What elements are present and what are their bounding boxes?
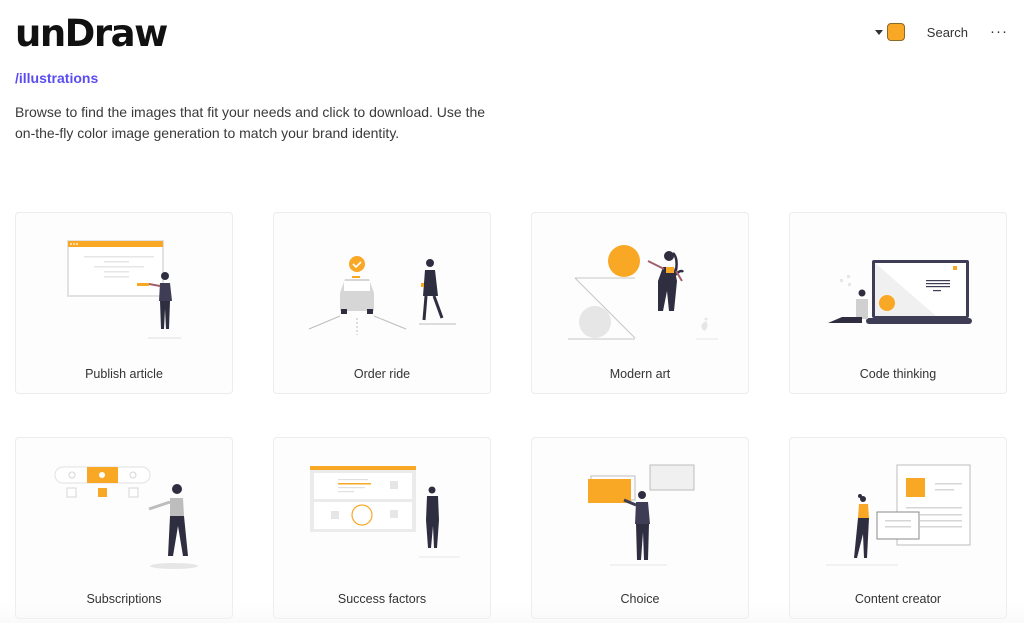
illustration-title: Content creator bbox=[854, 592, 942, 606]
illustration-card-success-factors[interactable]: Success factors bbox=[273, 437, 491, 619]
search-button[interactable]: Search bbox=[927, 25, 968, 40]
illustration-card-code-thinking[interactable]: Code thinking bbox=[789, 212, 1007, 394]
illustration-title: Publish article bbox=[85, 367, 163, 381]
subscriptions-illustration bbox=[54, 466, 198, 569]
illustration-card-subscriptions[interactable]: Subscriptions bbox=[15, 437, 233, 619]
illustration-card-modern-art[interactable]: Modern art bbox=[531, 212, 749, 394]
color-picker-swatch[interactable] bbox=[886, 23, 905, 41]
logo[interactable]: unDraw bbox=[15, 12, 168, 55]
modern-art-illustration bbox=[568, 245, 718, 340]
illustration-title: Code thinking bbox=[859, 367, 937, 381]
page-description: Browse to find the images that fit your … bbox=[15, 104, 486, 141]
more-options-icon[interactable]: ··· bbox=[990, 24, 1008, 39]
publish-article-illustration bbox=[67, 240, 181, 339]
illustration-card-content-creator[interactable]: Content creator bbox=[789, 437, 1007, 619]
caret-down-icon[interactable] bbox=[874, 29, 883, 35]
illustration-card-choice[interactable]: Choice bbox=[531, 437, 749, 619]
illustration-title: Success factors bbox=[337, 592, 427, 606]
content-creator-illustration bbox=[826, 464, 971, 566]
breadcrumb-illustrations[interactable]: /illustrations bbox=[15, 70, 98, 86]
choice-illustration bbox=[588, 464, 695, 566]
code-thinking-illustration bbox=[828, 260, 972, 324]
top-bar: Search ··· bbox=[874, 21, 1008, 43]
illustration-card-publish-article[interactable]: Publish article bbox=[15, 212, 233, 394]
success-factors-illustration bbox=[310, 466, 460, 558]
illustration-card-order-ride[interactable]: Order ride bbox=[273, 212, 491, 394]
illustration-title: Order ride bbox=[353, 367, 411, 381]
illustration-title: Choice bbox=[620, 592, 660, 606]
order-ride-illustration bbox=[308, 256, 456, 335]
illustration-title: Subscriptions bbox=[86, 592, 162, 606]
illustration-title: Modern art bbox=[609, 367, 671, 381]
illustration-grid: Publish article Order ride Modern art Co… bbox=[15, 212, 1007, 619]
